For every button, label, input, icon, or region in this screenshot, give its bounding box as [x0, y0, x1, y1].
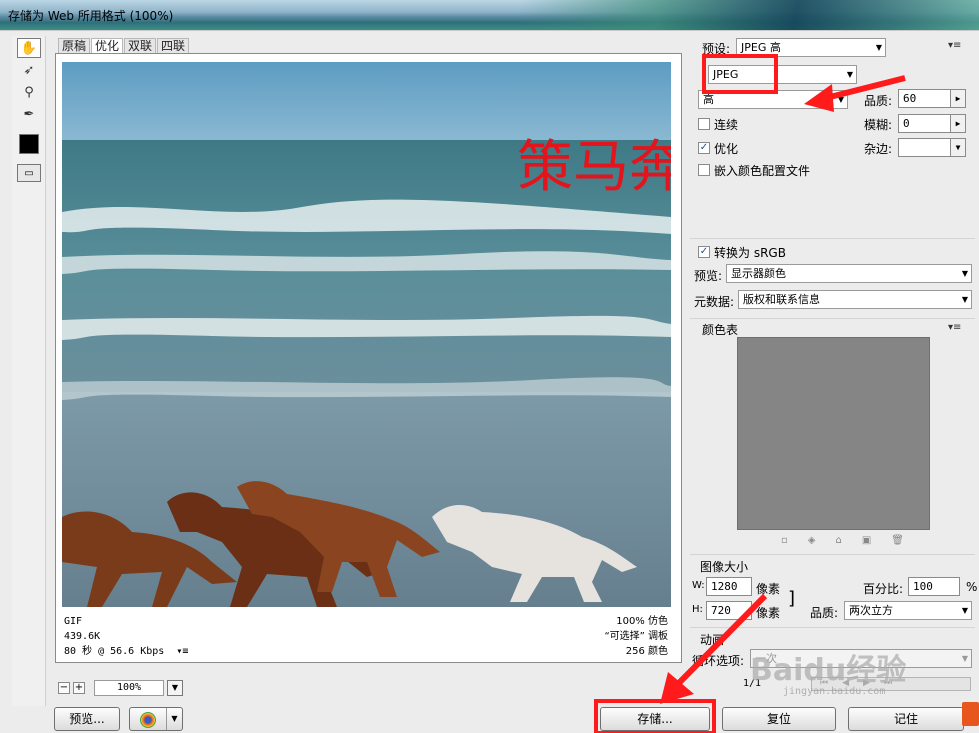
browser-icon	[140, 712, 156, 728]
lock-color-icon[interactable]: ⌂	[835, 535, 841, 546]
resample-quality-select[interactable]: 两次立方 ▼	[844, 601, 972, 620]
percent-field[interactable]: 100	[908, 577, 960, 596]
info-menu-icon[interactable]: ▾≡	[176, 646, 188, 657]
info-format: GIF	[64, 616, 83, 627]
convert-srgb-checkbox[interactable]: ✓	[698, 246, 710, 258]
browser-preview-button[interactable]: ▼	[129, 707, 183, 731]
tab-2-up[interactable]: 双联	[124, 38, 157, 54]
optimized-label: 优化	[714, 142, 739, 156]
zoom-controls: − + 100% ▼	[58, 680, 183, 696]
chevron-down-icon: ▼	[961, 295, 968, 304]
tab-4-up[interactable]: 四联	[157, 38, 190, 54]
embed-profile-checkbox[interactable]	[698, 164, 710, 176]
chevron-down-icon: ▼	[961, 606, 968, 615]
web-snap-icon[interactable]: ◈	[808, 535, 816, 546]
eyedropper-tool-icon[interactable]: ✒	[17, 104, 41, 124]
tab-original[interactable]: 原稿	[58, 38, 91, 54]
metadata-label: 元数据:	[694, 295, 735, 309]
baidu-watermark: Baidu经验	[750, 653, 907, 688]
metadata-select[interactable]: 版权和联系信息 ▼	[738, 290, 972, 309]
chevron-down-icon: ▼	[961, 654, 968, 663]
info-download-time: 80 秒 @ 56.6 Kbps	[64, 646, 165, 657]
slice-select-tool-icon[interactable]: ➶	[17, 60, 41, 80]
format-highlight-box	[702, 54, 778, 94]
color-table-title: 颜色表	[702, 323, 739, 337]
info-file-size: 439.6K	[64, 631, 101, 642]
corner-badge-icon	[962, 702, 979, 726]
title-bar-decoration	[520, 0, 979, 30]
image-size-title: 图像大小	[700, 560, 749, 574]
blur-field[interactable]: 0 ▶	[898, 114, 966, 133]
zoom-tool-icon[interactable]: ⚲	[17, 82, 41, 102]
panel-menu-icon[interactable]: ▾≡	[948, 40, 961, 51]
window-title: 存储为 Web 所用格式 (100%)	[8, 9, 174, 23]
preview-color-select[interactable]: 显示器颜色 ▼	[726, 264, 972, 283]
zoom-out-button[interactable]: −	[58, 682, 70, 694]
preview-pane: 策马奔 GIF 439.6K 80 秒 @ 56.6 Kbps ▾≡ 100% 仿…	[55, 53, 682, 663]
divider	[690, 554, 975, 555]
progressive-label: 连续	[714, 118, 739, 132]
map-to-transparent-icon[interactable]: ▫	[781, 535, 788, 546]
toolbox: ✋ ➶ ⚲ ✒ ▭	[12, 36, 46, 706]
percent-label: 百分比:	[863, 582, 904, 596]
progressive-checkbox[interactable]	[698, 118, 710, 130]
zoom-level-field[interactable]: 100%	[94, 680, 164, 696]
embed-profile-label: 嵌入颜色配置文件	[714, 164, 811, 178]
divider	[690, 318, 975, 319]
color-table-menu-icon[interactable]: ▾≡	[948, 322, 961, 333]
chevron-right-icon: ▶	[950, 115, 965, 132]
divider	[690, 238, 975, 239]
view-tabs: 原稿 优化 双联 四联	[58, 38, 190, 54]
trash-icon[interactable]: 🗑	[891, 535, 904, 546]
tab-optimized[interactable]: 优化	[91, 38, 124, 54]
percent-unit: %	[966, 580, 978, 594]
optimization-info: GIF 439.6K 80 秒 @ 56.6 Kbps ▾≡ 100% 仿色 “可…	[64, 614, 668, 662]
toggle-slices-icon[interactable]: ▭	[17, 164, 41, 182]
blur-label: 模糊:	[864, 118, 893, 132]
title-bar: 存储为 Web 所用格式 (100%)	[0, 0, 979, 30]
optimized-checkbox[interactable]: ✓	[698, 142, 710, 154]
constrain-proportions-link-icon[interactable]: ]	[788, 588, 795, 609]
resample-quality-label: 品质:	[810, 606, 839, 620]
zoom-dropdown-button[interactable]: ▼	[167, 680, 183, 696]
chevron-right-icon: ▶	[950, 90, 965, 107]
matte-label: 杂边:	[864, 142, 893, 156]
chevron-down-icon: ▼	[875, 43, 882, 52]
convert-srgb-label: 转换为 sRGB	[714, 246, 786, 260]
color-table-swatches[interactable]	[737, 337, 930, 530]
preview-button[interactable]: 预览...	[54, 707, 120, 731]
eyedropper-color-swatch[interactable]	[19, 134, 39, 154]
browser-menu-caret-icon[interactable]: ▼	[166, 708, 182, 730]
zoom-in-button[interactable]: +	[73, 682, 85, 694]
preview-image[interactable]: 策马奔	[62, 62, 671, 607]
preview-color-label: 预览:	[694, 269, 723, 283]
baidu-watermark-url: jingyan.baidu.com	[783, 686, 886, 697]
color-table-actions: ▫ ◈ ⌂ ▣ 🗑	[781, 535, 904, 546]
chevron-down-icon: ▼	[961, 269, 968, 278]
overlay-caption: 策马奔	[517, 135, 671, 200]
new-color-icon[interactable]: ▣	[862, 535, 871, 546]
hand-tool-icon[interactable]: ✋	[17, 38, 41, 58]
chevron-down-icon: ▼	[950, 139, 965, 156]
arrow-to-format-icon	[804, 75, 906, 112]
matte-select[interactable]: ▼	[898, 138, 966, 157]
